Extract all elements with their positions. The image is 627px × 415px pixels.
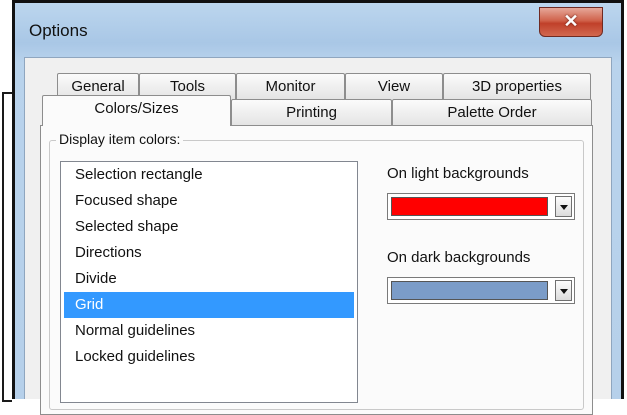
- dialog-client-area: General Tools Monitor View 3D properties…: [24, 57, 612, 415]
- tab-palette-order[interactable]: Palette Order: [392, 99, 592, 125]
- dark-color-dropdown[interactable]: [387, 277, 575, 304]
- tab-colors-sizes[interactable]: Colors/Sizes: [42, 95, 231, 126]
- list-item-locked-guidelines[interactable]: Locked guidelines: [64, 344, 354, 370]
- title-bar[interactable]: Options ✕: [15, 3, 621, 55]
- colors-sizes-panel: Display item colors: Selection rectangle…: [40, 125, 593, 415]
- close-button[interactable]: ✕: [539, 7, 603, 37]
- options-dialog: Options ✕ General Tools Monitor View 3D …: [12, 0, 624, 415]
- light-dropdown-arrow-icon[interactable]: [555, 196, 572, 217]
- tab-3d-properties[interactable]: 3D properties: [443, 73, 591, 99]
- dark-backgrounds-label: On dark backgrounds: [387, 249, 531, 266]
- dark-color-swatch: [391, 281, 548, 300]
- light-color-swatch: [391, 197, 548, 216]
- display-items-listbox[interactable]: Selection rectangle Focused shape Select…: [60, 161, 358, 403]
- display-item-colors-group: Display item colors: Selection rectangle…: [49, 131, 584, 410]
- background-window-edge: [2, 92, 12, 402]
- list-item-normal-guidelines[interactable]: Normal guidelines: [64, 318, 354, 344]
- close-icon: ✕: [563, 11, 579, 31]
- dark-dropdown-arrow-icon[interactable]: [555, 280, 572, 301]
- light-backgrounds-label: On light backgrounds: [387, 165, 529, 182]
- list-item-grid[interactable]: Grid: [64, 292, 354, 318]
- tab-monitor[interactable]: Monitor: [236, 73, 345, 99]
- light-color-dropdown[interactable]: [387, 193, 575, 220]
- list-item-directions[interactable]: Directions: [64, 240, 354, 266]
- list-item-divide[interactable]: Divide: [64, 266, 354, 292]
- list-item-selection-rectangle[interactable]: Selection rectangle: [64, 162, 354, 188]
- tab-printing[interactable]: Printing: [231, 99, 392, 125]
- window-title: Options: [29, 21, 88, 40]
- list-item-focused-shape[interactable]: Focused shape: [64, 188, 354, 214]
- list-item-selected-shape[interactable]: Selected shape: [64, 214, 354, 240]
- display-item-colors-label: Display item colors:: [56, 131, 184, 147]
- tab-view[interactable]: View: [345, 73, 443, 99]
